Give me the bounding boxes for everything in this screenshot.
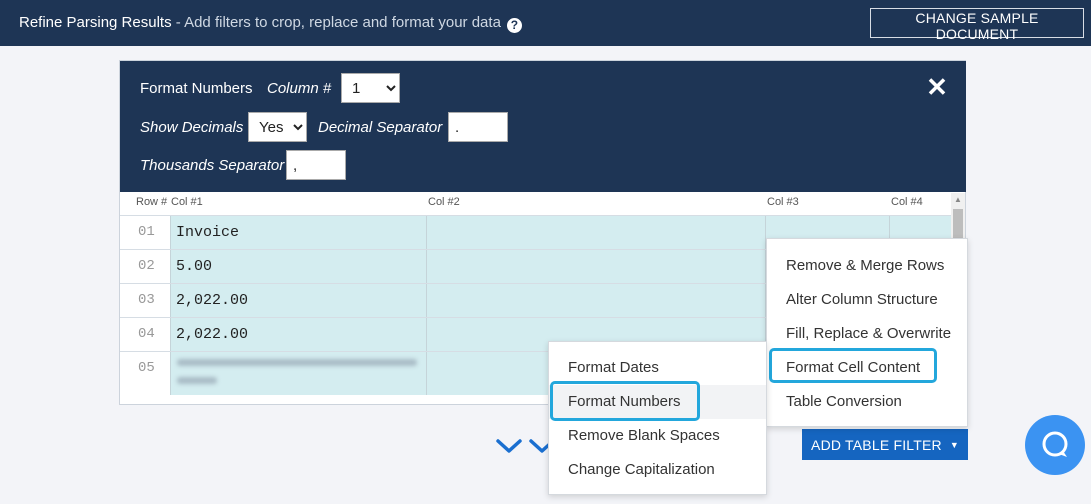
decimal-separator-input[interactable] (448, 112, 508, 142)
menu-item-change-capitalization[interactable]: Change Capitalization (549, 453, 766, 487)
close-icon[interactable]: ✕ (926, 74, 948, 100)
thousands-separator-input[interactable] (286, 150, 346, 180)
menu-item-remove-merge-rows[interactable]: Remove & Merge Rows (767, 249, 967, 283)
column-header-row: Row # (136, 196, 168, 208)
table-cell[interactable]: 5.00 (170, 250, 427, 283)
menu-item-fill-replace-overwrite[interactable]: Fill, Replace & Overwrite (767, 317, 967, 351)
help-icon[interactable]: ? (506, 18, 522, 33)
table-filter-menu: Remove & Merge Rows Alter Column Structu… (766, 238, 968, 427)
panel-title: Format Numbers (140, 80, 253, 97)
row-number: 01 (120, 216, 170, 249)
format-numbers-panel: Format Numbers Column # 1 Show Decimals … (120, 61, 966, 192)
blurred-text (177, 377, 217, 384)
page-title: Refine Parsing Results - Add filters to … (19, 14, 522, 33)
column-select[interactable]: 1 (341, 73, 400, 103)
blurred-text (177, 359, 417, 366)
column-header-col4[interactable]: Col #4 (891, 196, 923, 208)
column-header-col2[interactable]: Col #2 (428, 196, 460, 208)
row-number: 02 (120, 250, 170, 283)
chat-bubble-icon (1042, 431, 1068, 457)
table-cell-blurred[interactable] (170, 352, 427, 395)
column-header-col1[interactable]: Col #1 (171, 196, 203, 208)
table-cell[interactable] (426, 250, 766, 283)
table-cell[interactable]: Invoice (170, 216, 427, 249)
table-cell[interactable] (426, 216, 766, 249)
add-filter-label: ADD TABLE FILTER (811, 436, 942, 453)
caret-down-icon: ▼ (949, 439, 959, 450)
highlight-format-numbers (550, 381, 700, 421)
menu-item-format-dates[interactable]: Format Dates (549, 351, 766, 385)
column-label: Column # (267, 80, 332, 97)
chevron-down-icon[interactable] (496, 436, 522, 456)
add-table-filter-button[interactable]: ADD TABLE FILTER ▼ (802, 429, 968, 460)
scroll-up-icon[interactable]: ▲ (954, 195, 962, 204)
table-cell[interactable]: 2,022.00 (170, 318, 427, 351)
highlight-format-cell-content (769, 348, 937, 383)
row-number: 05 (120, 352, 170, 395)
top-bar: Refine Parsing Results - Add filters to … (0, 0, 1091, 46)
title-subtitle: - Add filters to crop, replace and forma… (171, 14, 501, 31)
change-sample-document-button[interactable]: CHANGE SAMPLE DOCUMENT (870, 8, 1084, 42)
column-header-col3[interactable]: Col #3 (767, 196, 799, 208)
show-decimals-label: Show Decimals (140, 119, 244, 136)
decimal-separator-label: Decimal Separator (318, 119, 443, 136)
row-number: 03 (120, 284, 170, 317)
scrollbar-thumb[interactable] (953, 209, 963, 239)
menu-item-remove-blank-spaces[interactable]: Remove Blank Spaces (549, 419, 766, 453)
menu-item-alter-column-structure[interactable]: Alter Column Structure (767, 283, 967, 317)
chat-widget-button[interactable] (1025, 415, 1085, 475)
table-cell[interactable]: 2,022.00 (170, 284, 427, 317)
row-number: 04 (120, 318, 170, 351)
menu-item-table-conversion[interactable]: Table Conversion (767, 385, 967, 419)
title-main: Refine Parsing Results (19, 14, 172, 31)
thousands-separator-label: Thousands Separator (140, 157, 285, 174)
show-decimals-select[interactable]: Yes (248, 112, 307, 142)
table-cell[interactable] (426, 284, 766, 317)
